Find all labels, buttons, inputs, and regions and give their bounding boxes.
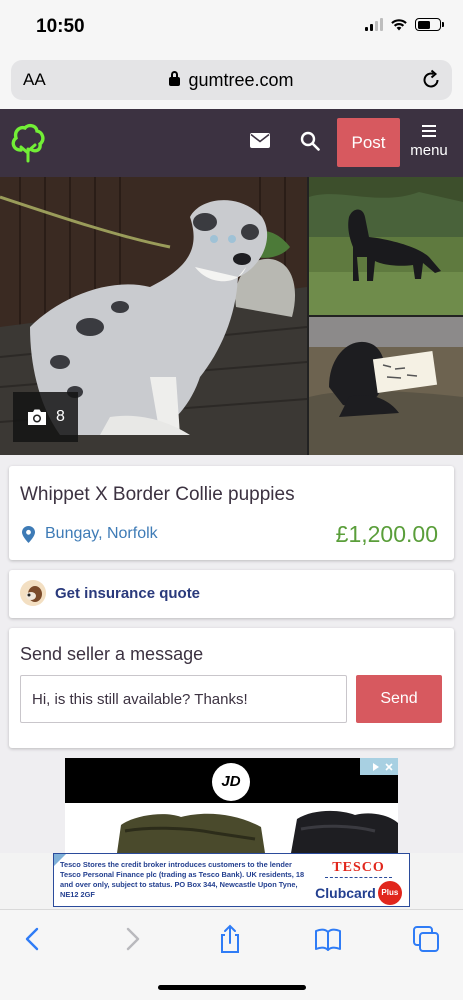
clubcard-label: Clubcard bbox=[315, 885, 376, 901]
insurance-link[interactable]: Get insurance quote bbox=[55, 585, 200, 602]
plus-badge: Plus bbox=[377, 881, 402, 905]
listing-location[interactable]: Bungay, Norfolk bbox=[22, 525, 158, 543]
tesco-clubcard-ad[interactable]: Tesco Stores the credit broker introduce… bbox=[53, 853, 410, 907]
insurance-dog-avatar-icon bbox=[20, 580, 46, 606]
wifi-icon bbox=[391, 19, 407, 31]
share-icon[interactable] bbox=[215, 924, 245, 954]
jd-logo: JD bbox=[212, 763, 250, 801]
browser-address-area: AA gumtree.com bbox=[0, 52, 463, 109]
listing-price: £1,200.00 bbox=[335, 521, 438, 547]
status-bar: 10:50 bbox=[0, 0, 463, 52]
third-listing-photo[interactable] bbox=[309, 317, 463, 455]
back-icon[interactable] bbox=[18, 924, 48, 954]
post-ad-button[interactable]: Post bbox=[337, 118, 400, 167]
mail-icon[interactable] bbox=[250, 133, 270, 148]
jd-advertisement[interactable]: JD bbox=[65, 758, 398, 853]
menu-label: menu bbox=[410, 142, 448, 159]
cellular-signal-icon bbox=[365, 18, 383, 31]
tesco-banner-ad-container: Tesco Stores the credit broker introduce… bbox=[0, 853, 463, 909]
second-listing-photo[interactable] bbox=[309, 177, 463, 315]
tesco-logo: TESCO Clubcard Plus bbox=[311, 860, 406, 905]
url-display[interactable]: gumtree.com bbox=[11, 70, 452, 91]
site-header: Post menu bbox=[0, 109, 463, 177]
tesco-ad-text: Tesco Stores the credit broker introduce… bbox=[60, 860, 305, 899]
send-message-button[interactable]: Send bbox=[356, 675, 442, 723]
message-seller-card: Send seller a message Send bbox=[9, 628, 454, 748]
tabs-icon[interactable] bbox=[411, 924, 441, 954]
shoes-image bbox=[65, 803, 398, 853]
photo-count: 8 bbox=[56, 408, 65, 425]
forward-icon[interactable] bbox=[117, 924, 147, 954]
home-indicator bbox=[158, 985, 306, 990]
lock-icon bbox=[169, 71, 181, 86]
tesco-wordmark: TESCO bbox=[332, 860, 385, 875]
location-text: Bungay, Norfolk bbox=[45, 525, 158, 542]
listing-title: Whippet X Border Collie puppies bbox=[20, 484, 295, 505]
location-pin-icon bbox=[22, 525, 35, 543]
listing-summary-card: Whippet X Border Collie puppies Bungay, … bbox=[9, 466, 454, 560]
menu-button[interactable]: menu bbox=[406, 125, 452, 159]
bookmarks-icon[interactable] bbox=[313, 924, 343, 954]
search-icon[interactable] bbox=[300, 131, 320, 151]
hamburger-icon bbox=[422, 125, 436, 137]
battery-icon bbox=[415, 18, 444, 31]
message-section-title: Send seller a message bbox=[20, 644, 204, 664]
gumtree-logo-icon[interactable] bbox=[10, 123, 46, 165]
reload-icon[interactable] bbox=[420, 69, 442, 91]
camera-icon bbox=[28, 409, 47, 425]
photo-gallery: 8 bbox=[0, 177, 463, 455]
address-bar[interactable]: AA gumtree.com bbox=[11, 60, 452, 100]
photo-count-badge[interactable]: 8 bbox=[13, 392, 78, 442]
status-icons bbox=[365, 18, 444, 31]
status-time: 10:50 bbox=[36, 16, 85, 37]
message-input[interactable] bbox=[20, 675, 347, 723]
insurance-card[interactable]: Get insurance quote bbox=[9, 570, 454, 618]
ad-choices-icon[interactable] bbox=[360, 758, 398, 775]
url-text: gumtree.com bbox=[188, 70, 294, 90]
